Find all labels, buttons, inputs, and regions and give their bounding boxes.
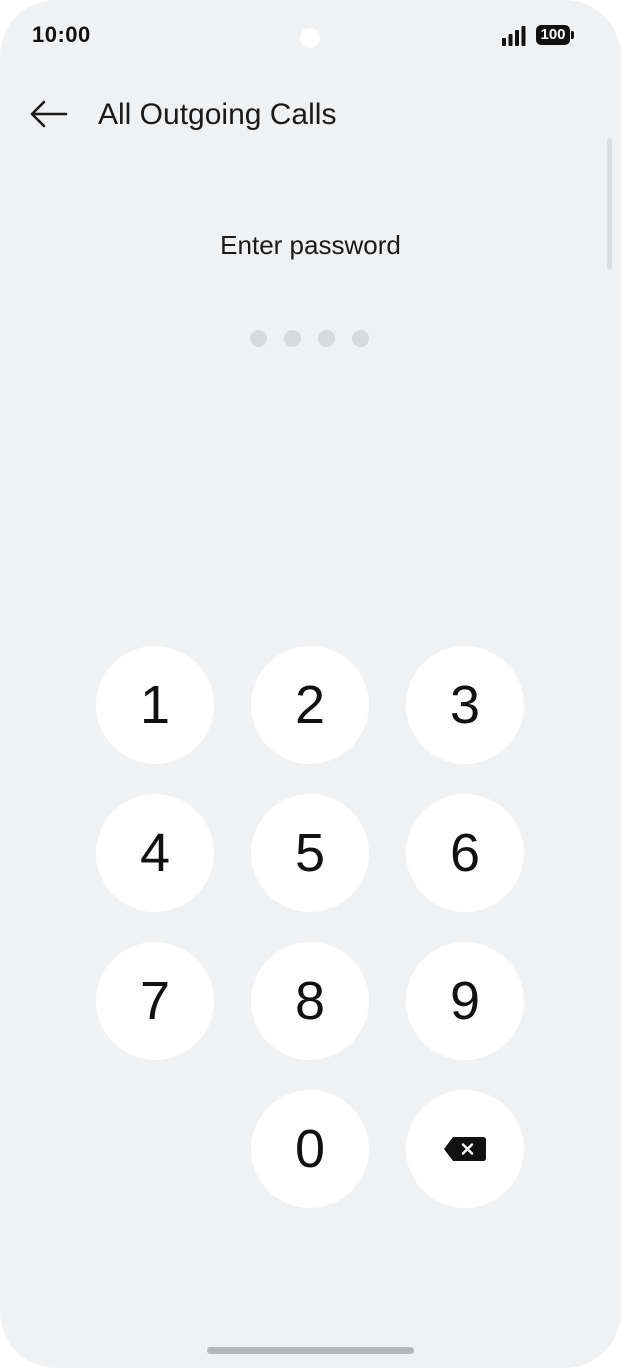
key-4[interactable]: 4 — [96, 794, 214, 912]
phone-screen: 10:00 100 All Outgoing Calls Enter passw… — [0, 0, 621, 1368]
key-7[interactable]: 7 — [96, 942, 214, 1060]
arrow-left-icon — [30, 100, 68, 128]
key-2[interactable]: 2 — [251, 646, 369, 764]
key-0[interactable]: 0 — [251, 1090, 369, 1208]
backspace-icon — [444, 1137, 486, 1161]
battery-tip — [571, 31, 574, 39]
key-5[interactable]: 5 — [251, 794, 369, 912]
password-prompt: Enter password — [220, 230, 401, 260]
key-8[interactable]: 8 — [251, 942, 369, 1060]
delete-button[interactable] — [406, 1090, 524, 1208]
signal-icon — [502, 26, 526, 46]
key-3[interactable]: 3 — [406, 646, 524, 764]
password-dot — [250, 330, 267, 347]
password-dot — [352, 330, 369, 347]
key-6[interactable]: 6 — [406, 794, 524, 912]
password-dot — [318, 330, 335, 347]
front-camera — [300, 28, 320, 48]
page-title: All Outgoing Calls — [98, 98, 337, 131]
key-1[interactable]: 1 — [96, 646, 214, 764]
back-button[interactable] — [24, 92, 72, 136]
status-time: 10:00 — [32, 22, 91, 47]
battery-icon: 100 — [536, 25, 570, 45]
password-dot — [284, 330, 301, 347]
password-dots — [250, 330, 369, 347]
home-indicator[interactable] — [207, 1347, 414, 1354]
key-9[interactable]: 9 — [406, 942, 524, 1060]
